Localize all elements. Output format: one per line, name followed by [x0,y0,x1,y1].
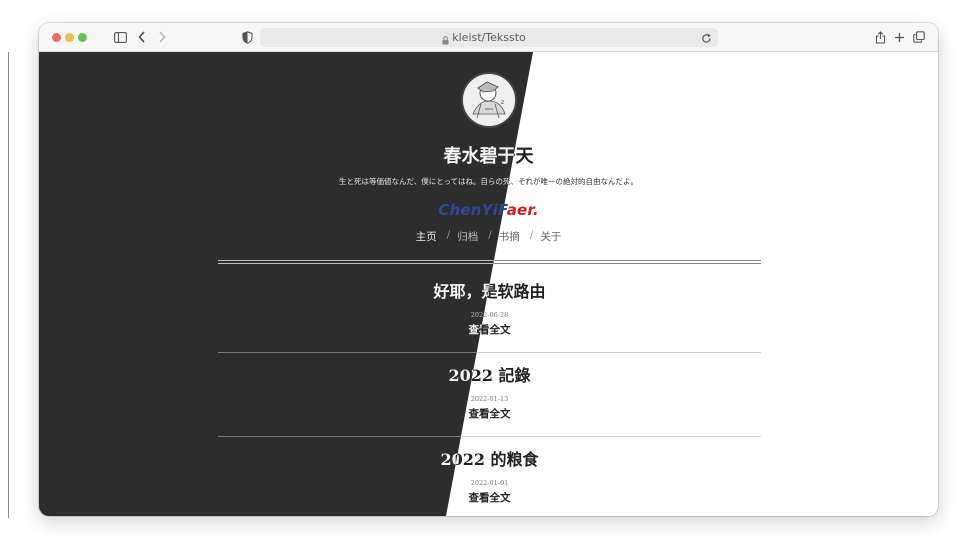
forward-arrow-icon[interactable] [155,30,169,44]
nav-separator: / [488,229,492,241]
url-text: kleist/Tekssto [452,31,526,44]
page-content: z 春水碧于天 生と死は等価値なんだ、僕にとってはね。自らの死、それが唯一の絶対… [39,52,938,516]
zoom-window-button[interactable] [78,33,87,42]
nav-about[interactable]: 关于 [536,229,565,244]
reload-icon[interactable] [701,31,712,49]
logo-text-part2: aer. [506,201,539,219]
address-bar[interactable]: kleist/Tekssto [260,28,718,47]
avatar[interactable]: z [461,72,517,128]
logo-text-part1: ChenYiF [438,201,507,219]
new-tab-plus-icon[interactable] [892,30,906,44]
share-icon[interactable] [873,30,887,44]
back-arrow-icon[interactable] [135,30,149,44]
nav-archive[interactable]: 归档 [453,229,482,244]
browser-window: kleist/Tekssto z 春水碧于天 生と死は等価値なんだ、僕にとっては… [39,23,938,516]
minimize-window-button[interactable] [65,33,74,42]
left-edge-line [8,52,9,518]
nav-home[interactable]: 主页 [412,229,441,244]
svg-text:z: z [501,99,504,106]
browser-toolbar: kleist/Tekssto [39,23,938,52]
tab-overview-icon[interactable] [912,30,926,44]
privacy-shield-icon[interactable] [240,30,254,44]
nav-separator: / [529,229,534,241]
sidebar-toggle-icon[interactable] [113,30,127,44]
close-window-button[interactable] [52,33,61,42]
nav-separator: / [446,229,451,241]
